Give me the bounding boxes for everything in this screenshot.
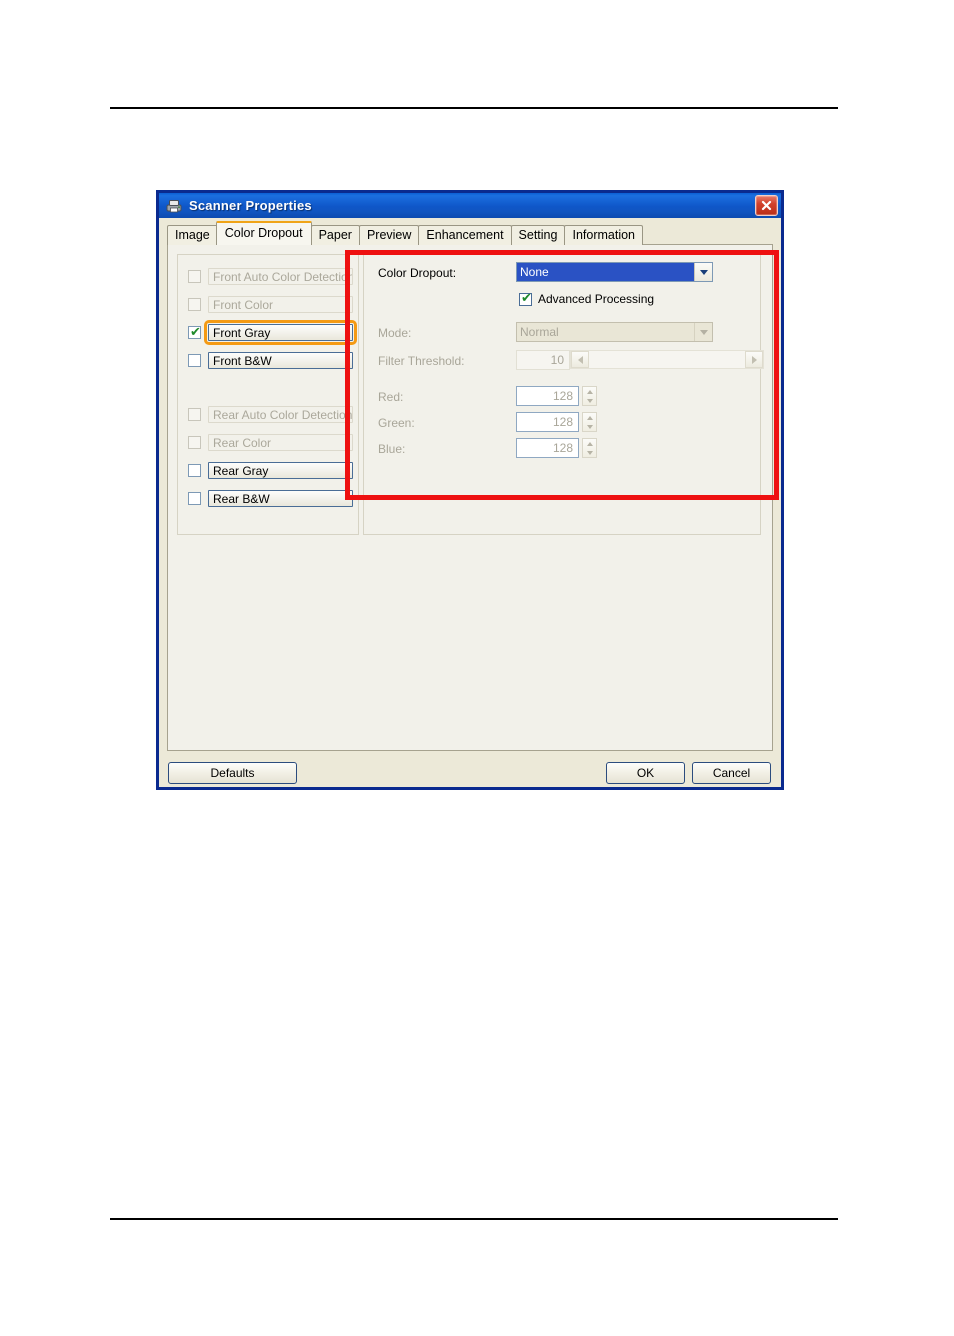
tab-enhancement[interactable]: Enhancement: [418, 225, 512, 245]
tab-page-color-dropout: Front Auto Color Detection Front Color ✔…: [167, 244, 773, 751]
scanner-properties-dialog: Scanner Properties Image Color Dropout P…: [156, 190, 784, 790]
row-front-auto-color-detection[interactable]: Front Auto Color Detection: [188, 267, 353, 286]
mode-label: Mode:: [378, 326, 412, 340]
scroll-left-button[interactable]: [571, 351, 589, 368]
blue-label: Blue:: [378, 442, 406, 456]
scan-source-group: Front Auto Color Detection Front Color ✔…: [177, 254, 359, 535]
defaults-button[interactable]: Defaults: [168, 762, 297, 784]
blue-input[interactable]: 128: [516, 438, 579, 458]
label-front-bw[interactable]: Front B&W: [208, 352, 353, 369]
close-icon: [761, 200, 772, 211]
row-rear-bw[interactable]: Rear B&W: [188, 489, 353, 508]
page-footer-rule: [110, 1218, 838, 1220]
scroll-right-button[interactable]: [745, 351, 763, 368]
filter-threshold-value[interactable]: 10: [516, 350, 570, 370]
color-dropout-value: None: [517, 263, 694, 281]
row-front-bw[interactable]: Front B&W: [188, 351, 353, 370]
checkbox-front-gray[interactable]: ✔: [188, 326, 201, 339]
check-mark-icon: ✔: [521, 290, 532, 306]
close-button[interactable]: [755, 195, 778, 216]
advanced-processing-label: Advanced Processing: [538, 292, 655, 306]
green-stepper[interactable]: [582, 412, 597, 432]
checkbox-front-auto-color-detection[interactable]: [188, 270, 201, 283]
label-front-gray[interactable]: Front Gray: [204, 320, 357, 345]
label-rear-gray[interactable]: Rear Gray: [208, 462, 353, 479]
red-input[interactable]: 128: [516, 386, 579, 406]
scroll-track[interactable]: [589, 351, 745, 368]
color-dropout-label: Color Dropout:: [378, 266, 457, 280]
dialog-titlebar: Scanner Properties: [159, 190, 781, 218]
scanner-icon: [166, 199, 182, 212]
tab-color-dropout[interactable]: Color Dropout: [215, 221, 312, 245]
tab-strip: Image Color Dropout Paper Preview Enhanc…: [167, 221, 643, 245]
page-header-rule: [110, 107, 838, 109]
blue-stepper-down[interactable]: [583, 448, 596, 457]
row-front-gray[interactable]: ✔ Front Gray: [188, 320, 357, 345]
green-input[interactable]: 128: [516, 412, 579, 432]
blue-stepper[interactable]: [582, 438, 597, 458]
mode-value: Normal: [520, 325, 559, 339]
checkbox-advanced-processing[interactable]: ✔: [519, 290, 532, 306]
row-rear-color[interactable]: Rear Color: [188, 433, 353, 452]
blue-stepper-up[interactable]: [583, 439, 596, 448]
checkbox-front-bw[interactable]: [188, 354, 201, 367]
label-rear-auto-color-detection[interactable]: Rear Auto Color Detection: [208, 406, 353, 423]
label-front-color[interactable]: Front Color: [208, 296, 353, 313]
checkbox-front-color[interactable]: [188, 298, 201, 311]
chevron-down-icon[interactable]: [694, 263, 712, 281]
chevron-down-icon[interactable]: [694, 323, 712, 341]
checkbox-rear-gray[interactable]: [188, 464, 201, 477]
green-label: Green:: [378, 416, 415, 430]
green-stepper-up[interactable]: [583, 413, 596, 422]
tab-information[interactable]: Information: [564, 225, 643, 245]
tab-preview[interactable]: Preview: [358, 225, 420, 245]
label-rear-color[interactable]: Rear Color: [208, 434, 353, 451]
advanced-processing-row[interactable]: ✔ Advanced Processing: [519, 291, 654, 307]
label-rear-bw[interactable]: Rear B&W: [208, 490, 353, 507]
green-stepper-down[interactable]: [583, 422, 596, 431]
check-mark-icon: ✔: [190, 325, 201, 340]
ok-button[interactable]: OK: [606, 762, 685, 784]
cancel-button[interactable]: Cancel: [692, 762, 771, 784]
red-label: Red:: [378, 390, 404, 404]
filter-threshold-label: Filter Threshold:: [378, 354, 465, 368]
tab-paper[interactable]: Paper: [310, 225, 360, 245]
red-stepper-up[interactable]: [583, 387, 596, 396]
filter-threshold-slider[interactable]: [570, 350, 764, 369]
color-dropout-select[interactable]: None: [516, 262, 713, 282]
label-front-auto-color-detection[interactable]: Front Auto Color Detection: [208, 268, 353, 285]
tab-image[interactable]: Image: [167, 225, 218, 245]
checkbox-rear-auto-color-detection[interactable]: [188, 408, 201, 421]
red-stepper-down[interactable]: [583, 396, 596, 405]
checkbox-rear-color[interactable]: [188, 436, 201, 449]
row-rear-auto-color-detection[interactable]: Rear Auto Color Detection: [188, 405, 353, 424]
row-rear-gray[interactable]: Rear Gray: [188, 461, 353, 480]
color-dropout-settings-group: Color Dropout: None ✔ Advanced Processin…: [363, 254, 764, 535]
dialog-title: Scanner Properties: [189, 198, 312, 213]
row-front-color[interactable]: Front Color: [188, 295, 353, 314]
tab-setting[interactable]: Setting: [510, 225, 566, 245]
checkbox-rear-bw[interactable]: [188, 492, 201, 505]
mode-select[interactable]: Normal: [516, 322, 713, 342]
red-stepper[interactable]: [582, 386, 597, 406]
